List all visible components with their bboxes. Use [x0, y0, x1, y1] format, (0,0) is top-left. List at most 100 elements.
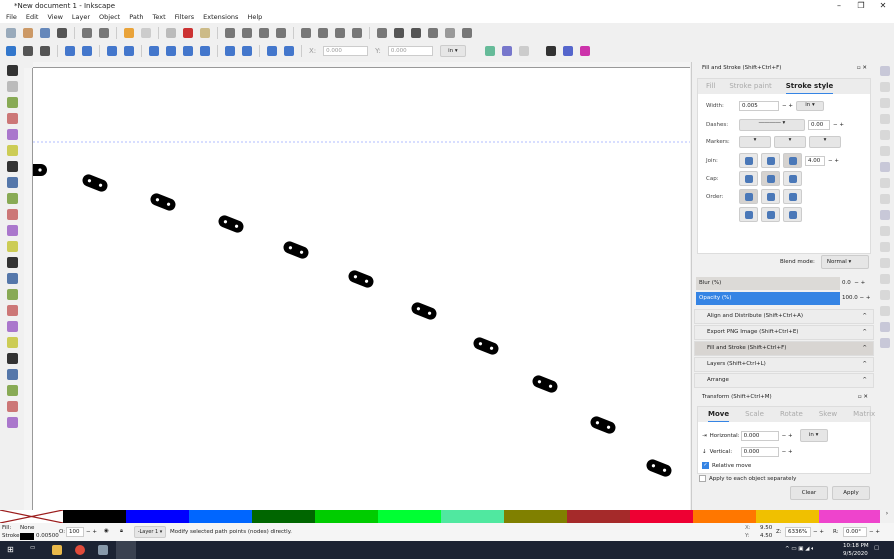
delete-node-icon[interactable]: [40, 46, 50, 56]
tab-stroke-paint[interactable]: Stroke paint: [729, 79, 771, 94]
star-icon[interactable]: [6, 161, 18, 172]
snap-page-icon[interactable]: [879, 306, 890, 316]
calculator-icon[interactable]: [98, 545, 108, 555]
layer-select[interactable]: -Layer 1 ▾: [134, 526, 166, 538]
relative-move-checkbox[interactable]: ✓: [702, 462, 709, 469]
group-icon[interactable]: [301, 28, 311, 38]
tab-move[interactable]: Move: [708, 407, 730, 422]
delete-segment-icon[interactable]: [124, 46, 134, 56]
dash-stepper[interactable]: − +: [833, 122, 844, 128]
dock-layers[interactable]: Layers (Shift+Ctrl+L) ^: [694, 357, 874, 372]
tab-skew[interactable]: Skew: [819, 407, 837, 422]
menu-file[interactable]: File: [6, 12, 17, 23]
lock-icon[interactable]: 🔒︎: [120, 528, 123, 535]
connector-icon[interactable]: [6, 369, 18, 380]
node-icon[interactable]: [6, 81, 18, 92]
path-object[interactable]: [645, 458, 674, 479]
join-segment-icon[interactable]: [107, 46, 117, 56]
path-object[interactable]: [282, 240, 311, 261]
smooth-node-icon[interactable]: [166, 46, 176, 56]
show-handles-icon[interactable]: [562, 46, 573, 56]
color-swatch[interactable]: [567, 510, 630, 523]
path-object[interactable]: [589, 415, 618, 436]
path-object[interactable]: [33, 164, 47, 176]
snap-bbox-center-icon[interactable]: [879, 146, 890, 156]
open-icon[interactable]: [23, 28, 33, 38]
color-swatch[interactable]: [252, 510, 315, 523]
undo-icon[interactable]: [124, 28, 134, 38]
text-tool-icon[interactable]: [6, 257, 18, 268]
unit-select[interactable]: in ▾: [439, 45, 466, 57]
clear-button[interactable]: Clear: [790, 486, 828, 500]
snap-bbox-corner-icon[interactable]: [879, 114, 890, 124]
line-segment-icon[interactable]: [225, 46, 235, 56]
symmetric-node-icon[interactable]: [183, 46, 193, 56]
x-coordinate-input[interactable]: 0.000: [323, 46, 369, 56]
vertical-input[interactable]: 0.000: [740, 447, 779, 457]
snap-grid-icon[interactable]: [879, 322, 890, 332]
y-coordinate-input[interactable]: 0.000: [387, 46, 433, 56]
close-button[interactable]: ✕: [872, 0, 894, 12]
insert-node-icon[interactable]: [6, 46, 16, 56]
paste-icon[interactable]: [200, 28, 210, 38]
snap-smooth-icon[interactable]: [879, 226, 890, 236]
color-swatch[interactable]: [63, 510, 126, 523]
tab-fill[interactable]: Fill: [706, 79, 715, 94]
dock-fill-stroke[interactable]: Fill and Stroke (Shift+Ctrl+F) ^: [694, 341, 874, 356]
no-paint-swatch[interactable]: [0, 509, 64, 524]
snap-path-icon[interactable]: [879, 178, 890, 188]
order-button-4[interactable]: [739, 207, 758, 222]
fill-stroke-icon[interactable]: [377, 28, 387, 38]
snap-text-icon[interactable]: [879, 290, 890, 300]
start-marker-select[interactable]: ▾: [739, 136, 771, 148]
zoom-input[interactable]: 6336%: [785, 527, 811, 537]
menu-layer[interactable]: Layer: [72, 12, 90, 23]
xml-editor-icon[interactable]: [411, 28, 421, 38]
stroke-swatch[interactable]: [20, 533, 34, 540]
menu-edit[interactable]: Edit: [26, 12, 39, 23]
ellipse-icon[interactable]: [6, 145, 18, 156]
width-stepper[interactable]: − +: [782, 103, 793, 109]
measure-icon[interactable]: [6, 385, 18, 396]
text-icon[interactable]: [394, 28, 404, 38]
windows-start-icon[interactable]: ⊞: [7, 545, 14, 554]
menu-path[interactable]: Path: [129, 12, 143, 23]
order-button-3[interactable]: [783, 189, 802, 204]
zoom-icon[interactable]: [6, 401, 18, 412]
curve-segment-icon[interactable]: [242, 46, 252, 56]
color-swatch[interactable]: [441, 510, 504, 523]
opacity-stepper[interactable]: − +: [860, 295, 871, 301]
opacity-input[interactable]: 100: [66, 527, 84, 537]
calligraphy-icon[interactable]: [6, 241, 18, 252]
show-outline-icon[interactable]: [579, 46, 590, 56]
task-view-icon[interactable]: ▭: [30, 545, 35, 551]
path-object[interactable]: [149, 192, 178, 213]
join-nodes-icon[interactable]: [65, 46, 75, 56]
blur-slider[interactable]: Blur (%): [696, 277, 840, 290]
opacity-slider[interactable]: Opacity (%): [696, 292, 840, 305]
color-swatch[interactable]: [693, 510, 756, 523]
save-icon[interactable]: [40, 28, 50, 38]
maximize-button[interactable]: ❐: [850, 0, 872, 12]
cap-round-button[interactable]: [761, 171, 780, 186]
path-object[interactable]: [217, 214, 246, 235]
import-icon[interactable]: [82, 28, 92, 38]
print-icon[interactable]: [57, 28, 67, 38]
join-bevel-button[interactable]: [739, 153, 758, 168]
color-swatch[interactable]: [378, 510, 441, 523]
path-effect-icon[interactable]: [484, 46, 495, 56]
menu-text[interactable]: Text: [153, 12, 166, 23]
zoom-page-icon[interactable]: [259, 28, 269, 38]
dock-align-distribute[interactable]: Align and Distribute (Shift+Ctrl+A) ^: [694, 309, 874, 324]
tray-icons[interactable]: ^ ▭ ▣ ◢ 🔈︎: [785, 546, 815, 553]
auto-node-icon[interactable]: [200, 46, 210, 56]
dock-arrange[interactable]: Arrange ^: [694, 373, 874, 388]
zoom-drawing-icon[interactable]: [242, 28, 252, 38]
visibility-icon[interactable]: ◉: [104, 528, 109, 534]
menu-help[interactable]: Help: [247, 12, 262, 23]
cap-butt-button[interactable]: [739, 171, 758, 186]
canvas[interactable]: [33, 68, 690, 510]
snap-center-icon[interactable]: [879, 258, 890, 268]
rotation-input[interactable]: 0.00°: [843, 527, 867, 537]
color-swatch[interactable]: [504, 510, 567, 523]
